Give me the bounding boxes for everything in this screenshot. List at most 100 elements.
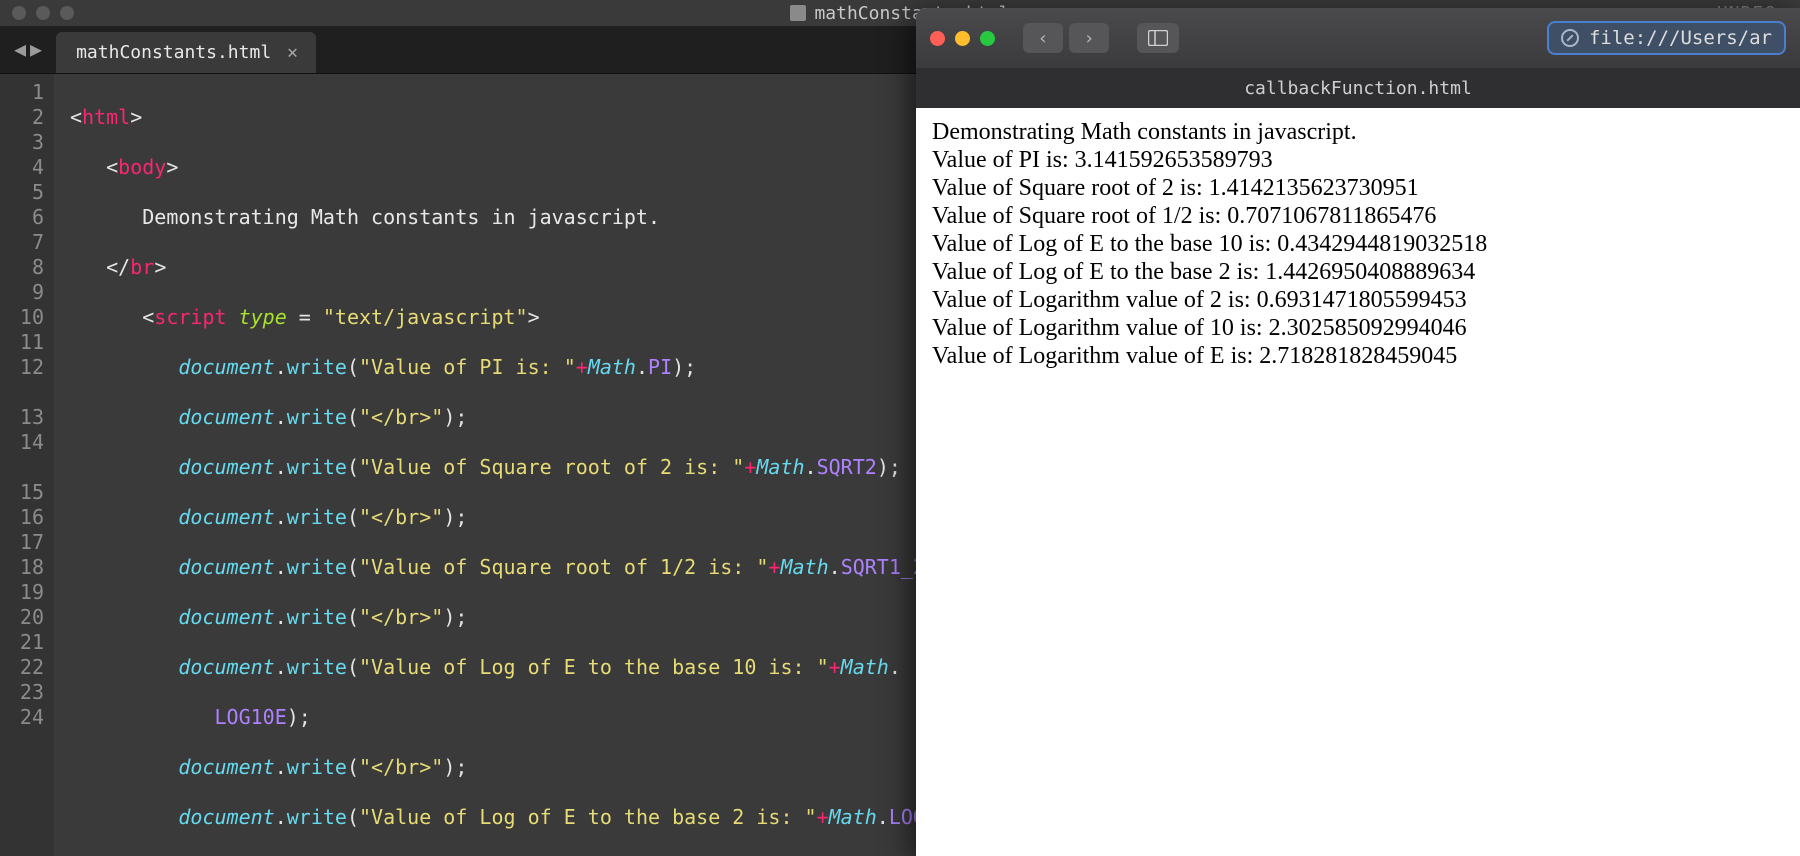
browser-output-line: Value of Square root of 2 is: 1.41421356… (932, 174, 1784, 202)
line-number: 10 (14, 305, 44, 330)
code-token: write (287, 555, 347, 579)
browser-output-line: Value of Logarithm value of 10 is: 2.302… (932, 314, 1784, 342)
code-token: "Value of Log of E to the base 10 is: " (359, 655, 829, 679)
line-number: 12 (14, 355, 44, 380)
code-token: > (154, 255, 166, 279)
line-number: 2 (14, 105, 44, 130)
code-token: > (528, 305, 540, 329)
editor-nav-arrows: ◀ ▶ (0, 37, 56, 73)
code-token: ( (347, 605, 359, 629)
nav-forward-icon[interactable]: ▶ (30, 37, 42, 61)
browser-close-icon[interactable] (930, 31, 945, 46)
code-token: . (275, 505, 287, 529)
sidebar-icon (1148, 30, 1168, 46)
line-number: 22 (14, 655, 44, 680)
code-token: body (118, 155, 166, 179)
code-token: </ (106, 255, 130, 279)
code-token: ); (443, 605, 467, 629)
compass-icon (1561, 29, 1579, 47)
code-token: . (275, 655, 287, 679)
browser-nav-buttons: ‹ › (1023, 23, 1109, 53)
line-number: 18 (14, 555, 44, 580)
code-token: = (287, 305, 323, 329)
code-token: Math (780, 555, 828, 579)
code-token: ( (347, 405, 359, 429)
code-token: document (178, 405, 274, 429)
code-token: html (82, 105, 130, 129)
code-token: Math (588, 355, 636, 379)
code-token: write (287, 405, 347, 429)
line-number: 9 (14, 280, 44, 305)
editor-tab[interactable]: mathConstants.html ✕ (56, 32, 316, 73)
browser-forward-button[interactable]: › (1069, 23, 1109, 53)
browser-tab-title[interactable]: callbackFunction.html (1244, 78, 1472, 99)
code-token: script (154, 305, 226, 329)
code-token: ); (672, 355, 696, 379)
code-token: . (805, 455, 817, 479)
code-token: write (287, 655, 347, 679)
code-token: ( (347, 805, 359, 829)
code-token: LOG10E (215, 705, 287, 729)
line-number: 14 (14, 430, 44, 455)
tab-close-icon[interactable]: ✕ (287, 42, 298, 63)
code-token: br (130, 255, 154, 279)
code-token: ( (347, 655, 359, 679)
code-token: < (106, 155, 118, 179)
browser-address-bar[interactable]: file:///Users/ar (1547, 21, 1786, 55)
code-token: ( (347, 355, 359, 379)
code-token: document (178, 455, 274, 479)
code-token: ( (347, 755, 359, 779)
code-token: PI (648, 355, 672, 379)
line-number: 11 (14, 330, 44, 355)
nav-back-icon[interactable]: ◀ (14, 37, 26, 61)
code-token: . (275, 405, 287, 429)
line-number: 6 (14, 205, 44, 230)
code-token: Math (756, 455, 804, 479)
code-token: + (817, 805, 829, 829)
browser-back-button[interactable]: ‹ (1023, 23, 1063, 53)
code-token: write (287, 805, 347, 829)
code-token: > (130, 105, 142, 129)
line-number: 8 (14, 255, 44, 280)
code-token: Math (841, 655, 889, 679)
editor-close-dot[interactable] (12, 6, 26, 20)
code-token: + (576, 355, 588, 379)
code-token: "Value of Square root of 2 is: " (359, 455, 744, 479)
code-token: "</br>" (359, 605, 443, 629)
browser-sidebar-button[interactable] (1137, 23, 1179, 53)
code-token: > (166, 155, 178, 179)
code-token: write (287, 755, 347, 779)
line-number: 4 (14, 155, 44, 180)
code-token: "</br>" (359, 505, 443, 529)
browser-output-line: Value of Square root of 1/2 is: 0.707106… (932, 202, 1784, 230)
code-token: . (275, 605, 287, 629)
editor-zoom-dot[interactable] (60, 6, 74, 20)
code-token: < (142, 305, 154, 329)
code-token: write (287, 605, 347, 629)
code-token: document (178, 655, 274, 679)
code-token: . (636, 355, 648, 379)
line-number: 15 (14, 480, 44, 505)
code-token: ); (443, 405, 467, 429)
browser-minimize-icon[interactable] (955, 31, 970, 46)
code-token: write (287, 455, 347, 479)
browser-traffic-lights (930, 31, 995, 46)
code-token: SQRT2 (817, 455, 877, 479)
editor-tab-label: mathConstants.html (76, 42, 271, 63)
code-token: . (275, 555, 287, 579)
editor-minimize-dot[interactable] (36, 6, 50, 20)
code-token: ( (347, 455, 359, 479)
code-token: document (178, 605, 274, 629)
browser-output-line: Value of PI is: 3.141592653589793 (932, 146, 1784, 174)
line-number: 19 (14, 580, 44, 605)
line-number: 24 (14, 705, 44, 730)
code-token: "Value of PI is: " (359, 355, 576, 379)
browser-window: ‹ › file:///Users/ar callbackFunction.ht… (916, 8, 1800, 856)
line-number: 3 (14, 130, 44, 155)
browser-zoom-icon[interactable] (980, 31, 995, 46)
code-token: "Value of Square root of 1/2 is: " (359, 555, 768, 579)
code-token: SQRT1_2 (841, 555, 925, 579)
browser-tabbar: callbackFunction.html (916, 68, 1800, 108)
code-token: "</br>" (359, 405, 443, 429)
line-number: 1 (14, 80, 44, 105)
